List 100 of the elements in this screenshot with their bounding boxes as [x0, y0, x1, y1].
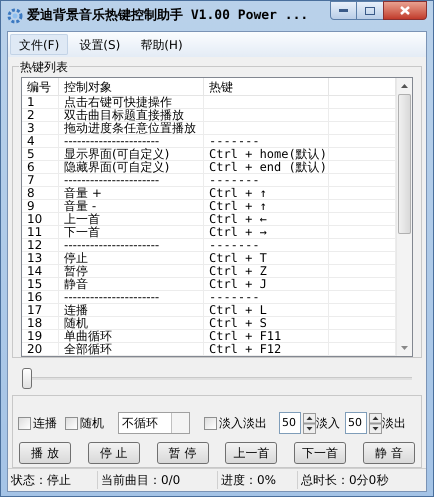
control-button[interactable]: 播 放 — [19, 442, 71, 464]
table-cell: Ctrl + → — [204, 226, 329, 239]
scrollbar-thumb[interactable] — [398, 94, 411, 234]
close-button[interactable] — [383, 1, 427, 20]
column-header[interactable]: 编号 — [22, 78, 59, 95]
loop-mode-dropdown[interactable]: 不循环 — [118, 412, 190, 434]
table-cell: Ctrl + J — [204, 278, 329, 291]
table-cell: 随机 — [59, 317, 204, 330]
table-cell: 11 — [22, 226, 59, 239]
table-cell: 全部循环 — [59, 343, 204, 356]
table-cell: 音量 + — [59, 187, 204, 200]
maximize-icon — [365, 6, 375, 14]
table-cell: ------- — [204, 135, 329, 148]
table-cell: 16 — [22, 291, 59, 304]
minimize-icon — [339, 9, 348, 12]
checkbox-label: 连播 — [33, 415, 57, 432]
maximize-button[interactable] — [357, 1, 383, 20]
table-cell: 静音 — [59, 278, 204, 291]
spinner-label: 淡入 — [316, 415, 340, 432]
table-cell: ------- — [204, 291, 329, 304]
table-cell: 13 — [22, 252, 59, 265]
table-cell: Ctrl + end (默认) — [204, 161, 329, 174]
checkbox-label: 淡入淡出 — [219, 415, 267, 432]
table-cell: 单曲循环 — [59, 330, 204, 343]
table-cell: 下一首 — [59, 226, 204, 239]
spinner[interactable] — [303, 412, 316, 434]
control-button[interactable]: 下一首 — [294, 442, 346, 464]
table-cell: ---------------------- — [59, 174, 204, 187]
table-cell: Ctrl + ← — [204, 213, 329, 226]
group-title: 热键列表 — [19, 58, 69, 76]
table-cell: 20 — [22, 343, 59, 356]
table-cell: 3 — [22, 122, 59, 135]
table-cell: Ctrl + F11 — [204, 330, 329, 343]
table-cell: 音量 - — [59, 200, 204, 213]
control-button[interactable]: 静 音 — [362, 442, 415, 464]
checkbox[interactable] — [65, 416, 78, 430]
status-text: 状态：停止 — [8, 470, 98, 489]
menu-item[interactable]: 设置(S) — [70, 34, 130, 55]
table-cell: Ctrl + L — [204, 304, 329, 317]
table-cell: 停止 — [59, 252, 204, 265]
minimize-button[interactable] — [330, 1, 357, 20]
control-button[interactable]: 暂 停 — [156, 442, 209, 464]
table-cell: 18 — [22, 317, 59, 330]
table-cell: ---------------------- — [59, 135, 204, 148]
gear-icon — [7, 8, 23, 24]
menu-item[interactable]: 帮助(H) — [131, 34, 192, 55]
checkbox-label: 随机 — [80, 415, 104, 432]
status-text: 总时长：0分0秒 — [300, 472, 390, 489]
table-cell: 8 — [22, 187, 59, 200]
table-cell: 14 — [22, 265, 59, 278]
close-icon — [400, 6, 410, 15]
scrollbar[interactable] — [396, 78, 412, 356]
progress-slider[interactable] — [22, 368, 412, 390]
checkbox[interactable] — [204, 416, 217, 430]
table-cell: Ctrl + ↑ — [204, 187, 329, 200]
number-field[interactable]: 50 — [345, 412, 367, 434]
table-cell: Ctrl + home(默认) — [204, 148, 329, 161]
status-text: 进度：0% — [218, 470, 298, 489]
status-text: 当前曲目：0/0 — [98, 470, 218, 489]
table-cell: 6 — [22, 161, 59, 174]
slider-thumb[interactable] — [22, 368, 32, 389]
table-cell: 9 — [22, 200, 59, 213]
dropdown-arrow-button[interactable] — [171, 413, 189, 434]
control-button[interactable]: 停 止 — [88, 442, 140, 464]
menu-item[interactable]: 文件(F) — [10, 34, 68, 55]
dropdown-value: 不循环 — [121, 415, 159, 432]
table-cell: Ctrl + ↑ — [204, 200, 329, 213]
control-button[interactable]: 上一首 — [225, 442, 278, 464]
table-cell: ------- — [204, 239, 329, 252]
table-cell: 12 — [22, 239, 59, 252]
column-header[interactable]: 控制对象 — [59, 78, 204, 95]
table-cell: 10 — [22, 213, 59, 226]
number-field[interactable]: 50 — [279, 412, 301, 434]
table-cell: 显示界面(可自定义) — [59, 148, 204, 161]
table-cell: 双击曲目标题直接播放 — [59, 109, 204, 122]
table-cell: ---------------------- — [59, 291, 204, 304]
table-cell: 19 — [22, 330, 59, 343]
table-cell: 5 — [22, 148, 59, 161]
table-cell: 15 — [22, 278, 59, 291]
checkbox[interactable] — [18, 416, 31, 430]
table-cell: 上一首 — [59, 213, 204, 226]
column-header[interactable]: 热键 — [204, 78, 329, 95]
table-cell: 17 — [22, 304, 59, 317]
table-cell: Ctrl + S — [204, 317, 329, 330]
table-cell: 7 — [22, 174, 59, 187]
table-cell: 连播 — [59, 304, 204, 317]
spinner-label: 淡出 — [382, 415, 406, 432]
table-cell: Ctrl + T — [204, 252, 329, 265]
table-cell: ------- — [204, 174, 329, 187]
table-cell: 隐藏界面(可自定义) — [59, 161, 204, 174]
table-cell: 4 — [22, 135, 59, 148]
table-cell: 暂停 — [59, 265, 204, 278]
table-cell: 拖动进度条任意位置播放 — [59, 122, 204, 135]
table-cell: Ctrl + Z — [204, 265, 329, 278]
window-title: 爱迪背景音乐热键控制助手 V1.00 Power ... — [27, 6, 308, 26]
table-cell: Ctrl + F12 — [204, 343, 329, 356]
table-cell: 1 — [22, 96, 59, 109]
spinner[interactable] — [369, 412, 382, 434]
table-cell: 2 — [22, 109, 59, 122]
table-cell: ---------------------- — [59, 239, 204, 252]
